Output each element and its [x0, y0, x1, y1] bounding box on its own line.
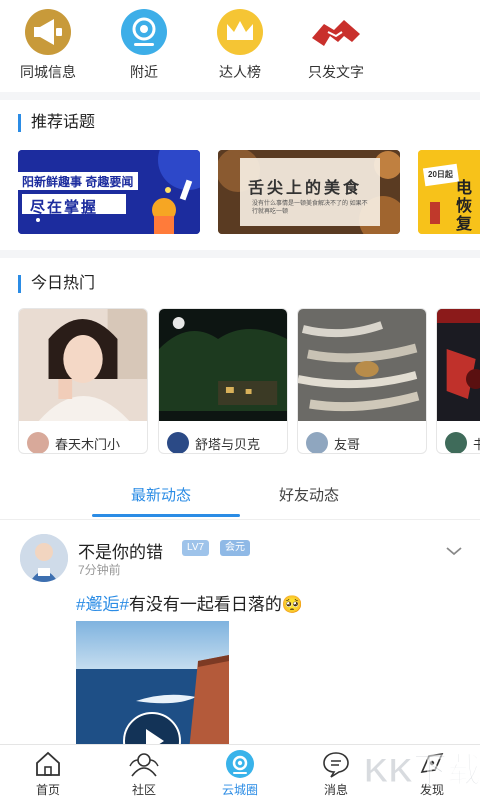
section-title-topics: 推荐话题: [18, 114, 95, 132]
bottom-tab-cloud-circle[interactable]: 云城圈: [205, 749, 275, 798]
post-video[interactable]: [76, 621, 229, 751]
quick-nav-label: 达人榜: [219, 64, 261, 80]
discover-icon: [416, 749, 448, 779]
hot-card-photo: [19, 309, 147, 421]
divider: [0, 250, 480, 258]
banner-news-line2: 尽在掌握: [30, 199, 99, 216]
quick-nav-item-ranking[interactable]: 达人榜: [190, 8, 290, 82]
cloud-circle-icon: [224, 749, 256, 779]
emoji: 🥺: [281, 595, 304, 614]
hot-card-name: 书: [473, 434, 480, 453]
banner-power-badge: 20日起: [428, 170, 453, 179]
quick-nav-label: 附近: [130, 64, 158, 80]
home-icon: [32, 749, 64, 779]
topic-banner-food[interactable]: 舌尖上的美食 没有什么事情是一顿美食解决不了的 如果不行就再吃一顿: [218, 150, 400, 234]
divider: [0, 92, 480, 100]
avatar: [445, 432, 467, 453]
avatar[interactable]: [20, 534, 68, 582]
hot-card-photo: [298, 309, 426, 421]
bottom-tab-label: 发现: [419, 783, 444, 797]
topic-banner-power[interactable]: 20日起 电 恢复: [418, 150, 480, 234]
quick-nav-label: 只发文字: [308, 64, 364, 80]
hashtag-link[interactable]: #邂逅#: [76, 595, 129, 614]
section-title-hot: 今日热门: [18, 275, 95, 293]
post-body: 有没有一起看日落的: [128, 595, 282, 614]
bottom-tab-label: 消息: [323, 783, 348, 797]
avatar: [306, 432, 328, 453]
avatar: [27, 432, 49, 453]
feed-tabs: 最新动态 好友动态: [0, 470, 480, 520]
bottom-tab-messages[interactable]: 消息: [301, 749, 371, 798]
hot-card-footer: 春天木门小: [19, 426, 147, 453]
tab-active-indicator: [92, 514, 240, 517]
community-icon: [128, 749, 160, 779]
bottom-tab-bar: 首页 社区 云城圈 消息 发现: [0, 744, 480, 800]
bottom-tab-label: 云城圈: [221, 783, 258, 797]
chevron-down-icon[interactable]: [444, 544, 464, 558]
hot-card-name: 春天木门小: [55, 436, 121, 452]
hot-card-footer: 舒塔与贝克: [159, 426, 287, 453]
hot-card-photo: [159, 309, 287, 421]
banner-food-subtitle: 没有什么事情是一顿美食解决不了的 如果不行就再吃一顿: [252, 201, 368, 215]
handshake-icon: [308, 8, 364, 56]
quick-nav-item-nearby[interactable]: 附近: [94, 8, 194, 82]
banner-power-text: 电 恢复: [456, 180, 473, 233]
hot-card[interactable]: 书: [436, 308, 480, 454]
quick-nav-item-city-info[interactable]: 同城信息: [0, 8, 98, 82]
banner-news-art: [18, 150, 200, 234]
hot-card[interactable]: 友哥: [297, 308, 427, 454]
location-eye-icon: [116, 8, 172, 56]
post-time: 7分钟前: [78, 563, 121, 577]
megaphone-icon: [20, 8, 76, 56]
banner-news-line1: 阳新鲜趣事 奇趣要闻: [22, 175, 134, 189]
avatar: [167, 432, 189, 453]
post-author[interactable]: 不是你的错: [78, 538, 163, 563]
hot-card-footer: 友哥: [298, 426, 426, 453]
hot-card-footer: 书: [437, 426, 480, 453]
bottom-tab-label: 首页: [35, 783, 60, 797]
level-badge: LV7: [182, 540, 210, 556]
tab-latest[interactable]: 最新动态: [131, 484, 191, 505]
quick-nav-label: 同城信息: [20, 64, 76, 80]
tab-friends[interactable]: 好友动态: [279, 484, 339, 505]
hot-card[interactable]: 舒塔与贝克: [158, 308, 288, 454]
bottom-tab-discover[interactable]: 发现: [397, 749, 467, 798]
quick-nav: 同城信息 附近 达人榜 只发文字: [0, 0, 480, 88]
hot-card-name: 舒塔与贝克: [195, 436, 261, 452]
topic-banner-news[interactable]: 阳新鲜趣事 奇趣要闻 尽在掌握: [18, 150, 200, 234]
bottom-tab-label: 社区: [131, 783, 156, 797]
hot-card-photo: [437, 309, 480, 421]
post-text: #邂逅#有没有一起看日落的🥺: [76, 590, 303, 615]
hot-card[interactable]: 春天木门小: [18, 308, 148, 454]
quick-nav-item-text-only[interactable]: 只发文字: [286, 8, 386, 82]
message-icon: [320, 749, 352, 779]
crown-icon: [212, 8, 268, 56]
member-badge: 会元: [220, 540, 250, 556]
bottom-tab-home[interactable]: 首页: [13, 749, 83, 798]
banner-food-title: 舌尖上的美食: [248, 180, 363, 197]
hot-card-name: 友哥: [334, 436, 361, 452]
bottom-tab-community[interactable]: 社区: [109, 749, 179, 798]
